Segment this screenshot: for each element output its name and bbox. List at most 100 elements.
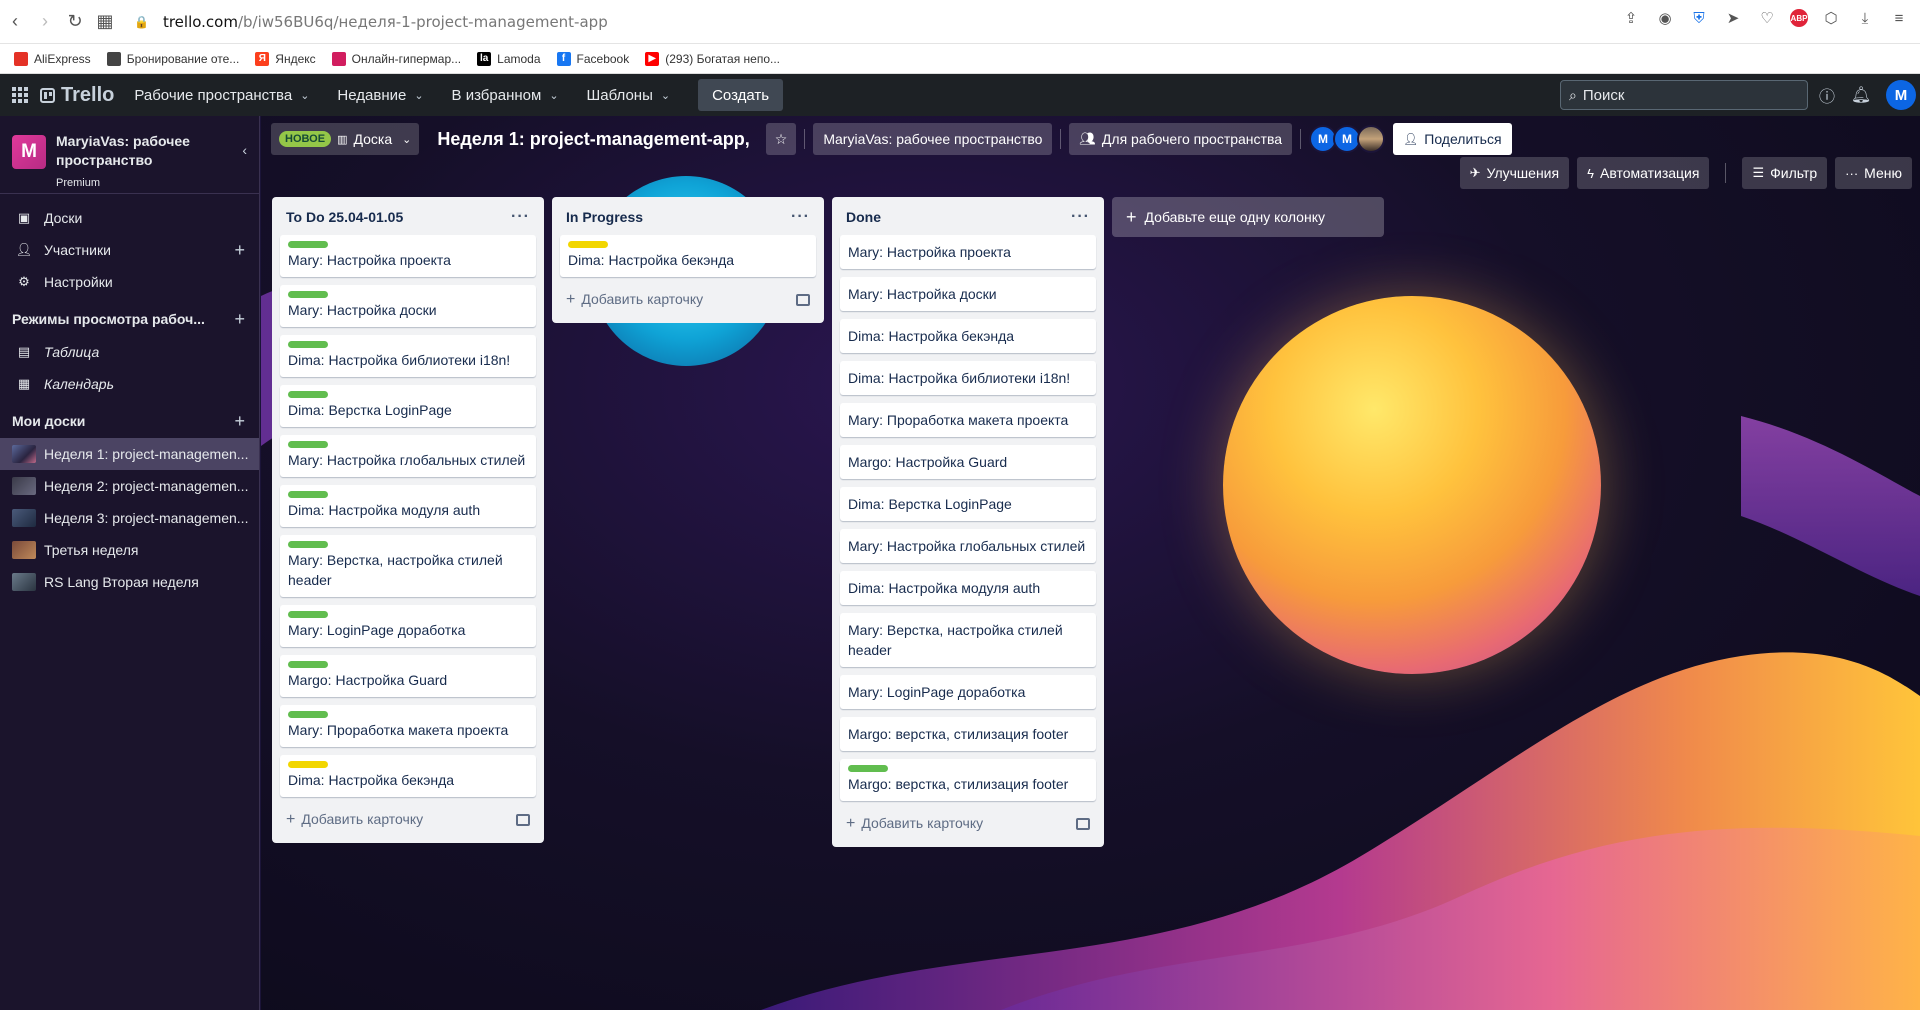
sidebar-board-item[interactable]: RS Lang Вторая неделя [0,566,259,598]
sidebar-board-item[interactable]: Неделя 2: project-managemen... [0,470,259,502]
card[interactable]: Margo: верстка, стилизация footer [840,717,1096,751]
card[interactable]: Mary: LoginPage доработка [840,675,1096,709]
create-button[interactable]: Создать [698,79,784,111]
camera-icon[interactable]: ◉ [1654,7,1676,29]
workspace-avatar[interactable]: M [12,135,46,169]
download-icon[interactable]: ⤓ [1854,7,1876,29]
add-card-button[interactable]: + Добавить карточку [840,809,1096,839]
bookmark-item[interactable]: Бронирование оте... [106,51,239,66]
workspace-name[interactable]: MaryiaVas: рабочее пространство Premium [56,132,216,193]
card[interactable]: Dima: Настройка бекэнда [840,319,1096,353]
card[interactable]: Mary: Настройка глобальных стилей [280,435,536,477]
bookmark-item[interactable]: AliExpress [14,51,91,66]
trello-logo[interactable]: Trello [40,84,114,107]
card-label[interactable] [288,491,328,498]
card-label[interactable] [288,611,328,618]
card-label[interactable] [288,291,328,298]
card[interactable]: Dima: Настройка библиотеки i18n! [840,361,1096,395]
card-label[interactable] [288,661,328,668]
tabs-grid-icon[interactable]: ▦ [90,7,120,37]
bell-icon[interactable]: 🔔︎ [1850,84,1872,106]
back-icon[interactable]: ‹ [0,7,30,37]
list-title[interactable]: To Do 25.04-01.05 [286,209,403,225]
menu-button[interactable]: ··· Меню [1835,157,1912,189]
member-avatar-photo[interactable] [1357,125,1386,153]
card-label[interactable] [848,765,888,772]
sidebar-board-item[interactable]: Третья неделя [0,534,259,566]
info-icon[interactable]: ⓘ [1816,84,1838,106]
card[interactable]: Dima: Верстка LoginPage [280,385,536,427]
list-menu-icon[interactable]: ··· [791,208,810,226]
card[interactable]: Dima: Настройка бекэнда [560,235,816,277]
card-template-icon[interactable] [796,294,810,306]
send-icon[interactable]: ➤ [1722,7,1744,29]
list-title[interactable]: Done [846,209,881,225]
sidebar-board-item[interactable]: Неделя 3: project-managemen... [0,502,259,534]
bookmark-item[interactable]: Онлайн-гипермар... [331,51,461,66]
card-label[interactable] [288,391,328,398]
hamburger-menu-icon[interactable]: ≡ [1888,7,1910,29]
nav-starred[interactable]: В избранном ⌄ [452,87,559,104]
nav-recent[interactable]: Недавние ⌄ [337,87,423,104]
bookmark-item[interactable]: f Facebook [556,51,629,66]
add-view-icon[interactable]: + [234,309,245,330]
card[interactable]: Margo: верстка, стилизация footer [840,759,1096,801]
cube-icon[interactable]: ⬡ [1820,7,1842,29]
card[interactable]: Mary: Настройка глобальных стилей [840,529,1096,563]
card[interactable]: Dima: Настройка бекэнда [280,755,536,797]
search-input[interactable]: ⌕ Поиск [1560,80,1808,110]
list-title[interactable]: In Progress [566,209,643,225]
reload-icon[interactable]: ↻ [60,7,90,37]
add-member-icon[interactable]: + [234,240,245,261]
card[interactable]: Mary: Проработка макета проекта [840,403,1096,437]
automation-button[interactable]: ϟ Автоматизация [1577,157,1710,189]
card-label[interactable] [288,341,328,348]
list-header[interactable]: Done ··· [840,203,1096,231]
card[interactable]: Mary: Верстка, настройка стилей header [280,535,536,597]
card-template-icon[interactable] [1076,818,1090,830]
star-button[interactable]: ☆ [765,123,797,155]
sidebar-item-calendar[interactable]: ▦ Календарь [0,368,259,400]
sidebar-item-members[interactable]: 👤︎ Участники + [0,234,259,266]
powerups-button[interactable]: ✈ Улучшения [1459,157,1570,189]
card-label[interactable] [288,441,328,448]
nav-templates[interactable]: Шаблоны ⌄ [587,87,671,104]
workspace-button[interactable]: MaryiaVas: рабочее пространство [813,123,1053,155]
sidebar-item-table[interactable]: ▤ Таблица [0,336,259,368]
bookmark-item[interactable]: ▶ (293) Богатая непо... [645,51,780,66]
sidebar-board-item[interactable]: Неделя 1: project-managemen... [0,438,259,470]
card-label[interactable] [288,541,328,548]
card-label[interactable] [288,241,328,248]
bookmark-item[interactable]: Я Яндекс [255,51,316,66]
card[interactable]: Mary: LoginPage доработка [280,605,536,647]
visibility-button[interactable]: 👥︎ Для рабочего пространства [1069,123,1293,155]
sidebar-item-boards[interactable]: ▣ Доски [0,202,259,234]
card-template-icon[interactable] [516,814,530,826]
card-label[interactable] [288,761,328,768]
address-bar[interactable]: 🔒 trello.com /b/iw56BU6q/неделя-1-projec… [134,13,608,31]
card[interactable]: Mary: Проработка макета проекта [280,705,536,747]
card[interactable]: Mary: Настройка доски [840,277,1096,311]
add-card-button[interactable]: + Добавить карточку [560,285,816,315]
bookmark-item[interactable]: la Lamoda [477,51,541,66]
card[interactable]: Dima: Настройка модуля auth [280,485,536,527]
card[interactable]: Mary: Настройка проекта [280,235,536,277]
share-button[interactable]: 👤︎ Поделиться [1393,123,1512,155]
list-header[interactable]: In Progress ··· [560,203,816,231]
card[interactable]: Dima: Верстка LoginPage [840,487,1096,521]
adblock-icon[interactable]: ABP [1790,9,1808,27]
card-label[interactable] [288,711,328,718]
add-board-icon[interactable]: + [234,411,245,432]
forward-icon[interactable]: › [30,7,60,37]
add-list-button[interactable]: + Добавьте еще одну колонку [1112,197,1384,237]
card[interactable]: Dima: Настройка модуля auth [840,571,1096,605]
card[interactable]: Mary: Верстка, настройка стилей header [840,613,1096,667]
view-switcher[interactable]: НОВОЕ ▥ Доска ⌄ [271,123,420,155]
apps-grid-icon[interactable] [10,85,30,105]
sidebar-item-settings[interactable]: ⚙ Настройки [0,266,259,298]
filter-button[interactable]: ☰ Фильтр [1742,157,1828,189]
list-menu-icon[interactable]: ··· [511,208,530,226]
card[interactable]: Dima: Настройка библиотеки i18n! [280,335,536,377]
card[interactable]: Margo: Настройка Guard [280,655,536,697]
card[interactable]: Mary: Настройка проекта [840,235,1096,269]
